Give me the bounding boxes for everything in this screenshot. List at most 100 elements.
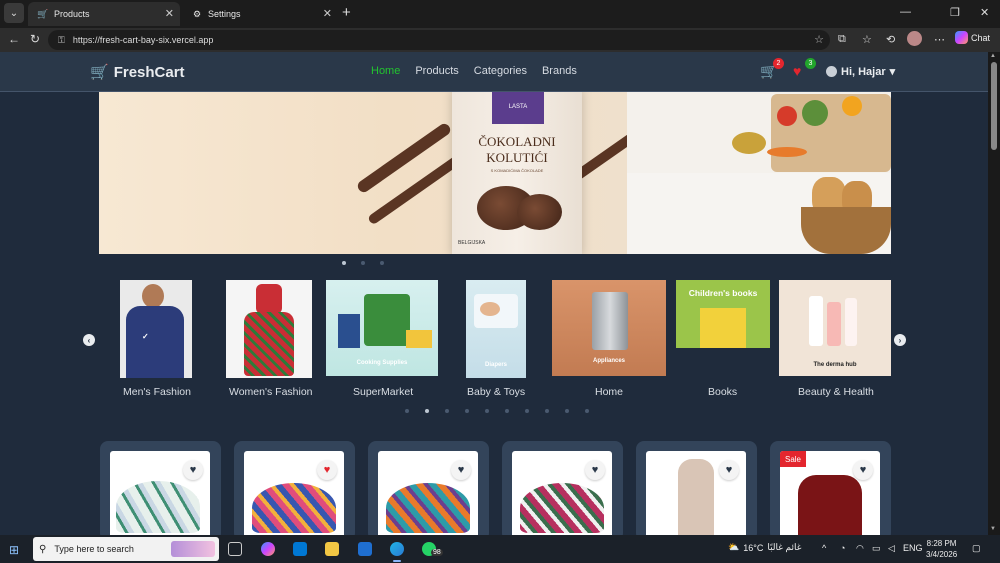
taskbar-search[interactable]: ⚲ Type here to search (33, 537, 219, 561)
baby-picture (480, 302, 500, 316)
wishlist-heart-icon[interactable]: ♥ (183, 460, 203, 480)
nav-home[interactable]: Home (371, 65, 400, 77)
copilot-taskbar-icon[interactable] (261, 542, 275, 556)
cart-logo-icon: 🛒 (90, 64, 109, 81)
slider-dot[interactable] (380, 261, 384, 265)
windows-start-icon[interactable]: ⊞ (9, 543, 19, 557)
copilot-chat-button[interactable]: Chat (955, 31, 990, 44)
language-indicator[interactable]: ENG (903, 543, 923, 553)
edge-browser-icon[interactable] (390, 542, 404, 556)
tab-title: Settings (208, 9, 241, 19)
network-icon[interactable]: ◔ (840, 543, 845, 553)
system-clock[interactable]: 8:28 PM 3/4/2026 (926, 538, 957, 560)
close-tab-icon[interactable]: ✕ (323, 7, 332, 20)
favorites-icon[interactable]: ☆ (862, 33, 872, 46)
file-explorer-icon[interactable] (325, 542, 339, 556)
slider-dot[interactable] (565, 409, 569, 413)
chat-label: Chat (971, 32, 991, 43)
nav-categories[interactable]: Categories (474, 65, 527, 77)
slider-dot[interactable] (585, 409, 589, 413)
task-view-icon[interactable] (228, 542, 242, 556)
active-app-indicator (393, 560, 401, 562)
wishlist-heart-icon[interactable]: ♥ (451, 460, 471, 480)
brand-logo[interactable]: 🛒 FreshCart (90, 63, 185, 82)
product-card[interactable]: ♥ (234, 441, 355, 535)
product-card[interactable]: ♥ (100, 441, 221, 535)
wishlist-heart-icon[interactable]: ♥ (585, 460, 605, 480)
history-icon[interactable]: ⟲ (886, 33, 895, 46)
profile-avatar[interactable] (907, 31, 922, 46)
new-tab-button[interactable]: + (342, 4, 351, 21)
slider-dot[interactable] (505, 409, 509, 413)
favorite-star-icon[interactable]: ☆ (814, 33, 824, 46)
wishlist-heart-icon[interactable]: ♥ (719, 460, 739, 480)
more-menu-icon[interactable]: ⋯ (934, 33, 945, 46)
page-scrollbar[interactable] (988, 52, 1000, 535)
hero-slider-dots (342, 261, 384, 265)
minimize-icon[interactable]: — (900, 6, 911, 18)
product-card[interactable]: ♥ (502, 441, 623, 535)
slider-dot[interactable] (361, 261, 365, 265)
slider-dot[interactable] (525, 409, 529, 413)
slider-dot[interactable] (342, 261, 346, 265)
wishlist-heart-icon[interactable]: ♥ (793, 63, 801, 79)
hero-side-image-bread[interactable] (627, 173, 891, 254)
show-hidden-icons[interactable]: ^ (822, 543, 826, 553)
nav-products[interactable]: Products (415, 65, 458, 77)
category-label: Beauty & Health (798, 386, 874, 398)
wishlist-heart-icon[interactable]: ♥ (853, 460, 873, 480)
category-prev-button[interactable]: ‹ (83, 334, 95, 346)
image-caption: Appliances (592, 358, 625, 364)
outlook-icon[interactable] (358, 542, 372, 556)
weather-widget[interactable]: ⛅ 16°C غائم غالبًا (728, 542, 801, 553)
microsoft-store-icon[interactable] (293, 542, 307, 556)
wishlist-heart-icon[interactable]: ♥ (317, 460, 337, 480)
battery-icon[interactable]: ▭ (872, 543, 881, 554)
tab-settings[interactable]: ⚙ Settings ✕ (182, 2, 338, 26)
slider-dot[interactable] (485, 409, 489, 413)
volume-icon[interactable]: ◁ (888, 543, 895, 554)
scrollbar-thumb[interactable] (991, 62, 997, 150)
slider-dot[interactable] (425, 409, 429, 413)
wishlist-count-badge: 3 (805, 58, 816, 69)
user-menu[interactable]: Hi, Hajar ▾ (826, 65, 895, 78)
back-arrow-icon[interactable]: ← (8, 32, 20, 46)
image-caption: Diapers (484, 362, 507, 368)
product-can (364, 294, 410, 346)
close-tab-icon[interactable]: ✕ (165, 7, 174, 20)
pack-title: ČOKOLADNI KOLUTIĆI (478, 134, 556, 165)
maximize-icon[interactable]: ❐ (950, 6, 960, 19)
extensions-icon[interactable]: ⧉ (838, 33, 846, 46)
product-card[interactable]: ♥ (368, 441, 489, 535)
hero-slide-image[interactable]: LASTA ČOKOLADNI KOLUTIĆI S KOMADIĆIMA ČO… (99, 92, 627, 254)
hero-side-image-vegetables[interactable] (627, 92, 891, 173)
notifications-icon[interactable]: ▢ (972, 543, 981, 554)
scroll-down-icon[interactable]: ▼ (990, 526, 996, 532)
slider-dot[interactable] (445, 409, 449, 413)
category-label: Women's Fashion (229, 386, 313, 398)
reload-icon[interactable]: ↻ (30, 32, 40, 46)
product-card[interactable]: Sale ♥ (770, 441, 891, 535)
tab-products[interactable]: 🛒 Products ✕ (28, 2, 180, 26)
slider-dot[interactable] (545, 409, 549, 413)
coffee-machine (592, 292, 628, 350)
url-text: https://fresh-cart-bay-six.vercel.app (72, 35, 214, 45)
tomato (777, 106, 797, 126)
slider-dot[interactable] (405, 409, 409, 413)
cream-bottle (845, 298, 857, 346)
slider-dot[interactable] (465, 409, 469, 413)
cookie-package: LASTA ČOKOLADNI KOLUTIĆI S KOMADIĆIMA ČO… (452, 92, 582, 254)
nav-brands[interactable]: Brands (542, 65, 577, 77)
wifi-icon[interactable]: ◠ (856, 543, 864, 554)
close-window-icon[interactable]: ✕ (980, 6, 989, 19)
tab-actions-menu-button[interactable]: ⌄ (4, 3, 24, 23)
category-label: Men's Fashion (123, 386, 191, 398)
category-next-button[interactable]: › (894, 334, 906, 346)
search-highlight-image (171, 541, 215, 557)
address-bar[interactable]: ⚿ https://fresh-cart-bay-six.vercel.app … (48, 30, 830, 50)
chevron-down-icon: ▾ (889, 66, 896, 78)
product-card[interactable]: ♥ (636, 441, 757, 535)
scroll-up-icon[interactable]: ▲ (990, 53, 996, 59)
search-placeholder: Type here to search (54, 544, 134, 554)
site-info-icon[interactable]: ⚿ (58, 35, 65, 46)
